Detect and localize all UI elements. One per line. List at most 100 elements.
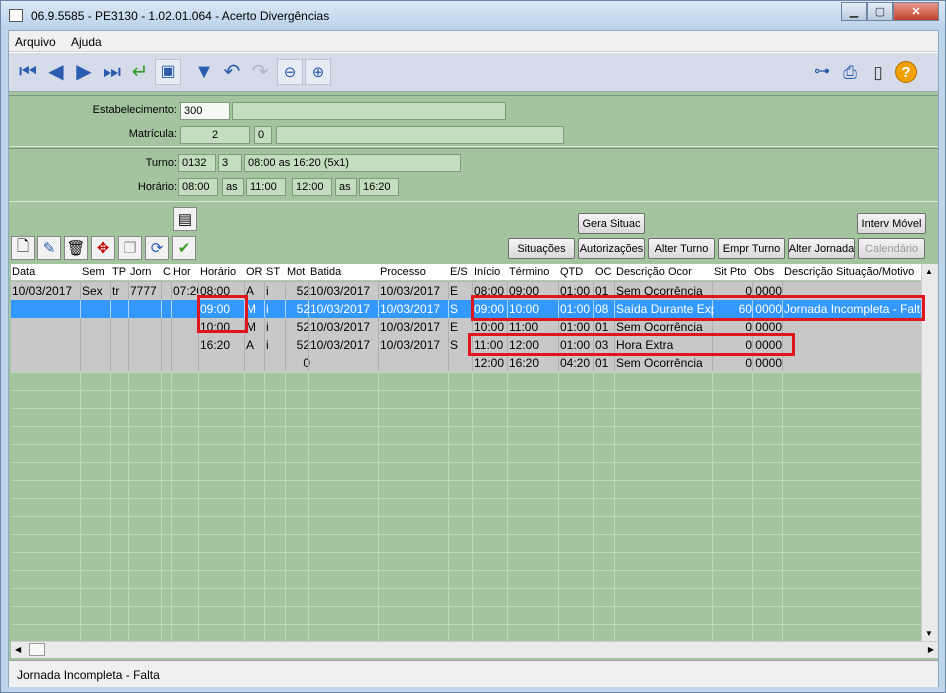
scroll-thumb[interactable] [29, 643, 45, 656]
grid-cell-hor: 07:20 [173, 284, 199, 298]
cell-separator [171, 318, 172, 336]
table-row[interactable]: 09:00 Mi 52 10/03/2017 10/03/2017 S 09:00 10:00… [11, 300, 921, 318]
grid-cell-mot: 52 [296, 320, 310, 334]
menu-arquivo[interactable]: Arquivo [15, 35, 56, 49]
cell-separator [593, 354, 594, 372]
tree-icon[interactable]: ⊶ [809, 59, 835, 85]
cell-separator [507, 300, 508, 318]
scroll-left-icon[interactable]: ◀ [15, 645, 21, 654]
check-icon[interactable]: ✔ [172, 236, 196, 260]
column-header[interactable]: OC [595, 266, 612, 278]
column-header[interactable]: Descrição Situação/Motivo [784, 266, 914, 278]
minimize-button[interactable]: ▁ [841, 2, 867, 21]
column-header[interactable]: Sit Pto [714, 266, 746, 278]
new-document-icon[interactable]: 🗋 [11, 236, 35, 260]
previous-record-icon[interactable]: ◀ [43, 59, 69, 85]
column-header[interactable]: Hor [173, 266, 191, 278]
undo-icon[interactable]: ↶ [219, 59, 245, 85]
scroll-up-icon[interactable]: ▲ [925, 267, 933, 276]
grid-cell-jorn: 7777 [130, 284, 157, 298]
column-header[interactable]: TP [112, 266, 126, 278]
grid-cell-oc: 01 [595, 284, 609, 298]
vertical-scrollbar[interactable]: ▲ ▼ [921, 264, 938, 641]
cell-separator [110, 282, 111, 300]
column-header[interactable]: Data [12, 266, 35, 278]
menu-ajuda[interactable]: Ajuda [71, 35, 102, 49]
preview-icon[interactable]: ▣ [155, 59, 181, 85]
table-row[interactable]: 10:00 Mi 52 10/03/2017 10/03/2017 E 10:00 11:00… [11, 318, 921, 336]
column-header[interactable]: Descrição Ocor [616, 266, 692, 278]
return-icon[interactable]: ↵ [127, 59, 153, 85]
interv-movel-button[interactable]: Interv Móvel [857, 213, 926, 234]
divergence-grid[interactable]: Data Sem TP Jorn C Hor Horário OR ST Mot Batida Pro… [11, 264, 921, 641]
cell-separator [308, 318, 309, 336]
close-button[interactable]: ✕ [893, 2, 939, 21]
cell-separator [472, 282, 473, 300]
grid-cell-batida: 10/03/2017 [310, 284, 371, 298]
redo-icon[interactable]: ↷ [247, 59, 273, 85]
print-icon[interactable]: ⎙ [837, 59, 863, 85]
column-header[interactable]: Sem [82, 266, 105, 278]
column-header[interactable]: E/S [450, 266, 468, 278]
move-icon[interactable]: ✥ [91, 236, 115, 260]
edit-icon[interactable]: ✎ [37, 236, 61, 260]
employee-panel: Estabelecimento: 300 Matrícula: 2 0 [9, 95, 938, 147]
table-row[interactable]: 16:20 Ai 52 10/03/2017 10/03/2017 S 11:00 12:00… [11, 336, 921, 354]
grid-line [11, 462, 921, 463]
column-header[interactable]: Jorn [130, 266, 151, 278]
grid-cell-mot: 52 [296, 284, 310, 298]
situacoes-button[interactable]: Situações [508, 238, 575, 259]
matricula-name-field [276, 126, 564, 144]
cell-separator [593, 282, 594, 300]
title-bar[interactable]: 06.9.5585 - PE3130 - 1.02.01.064 - Acert… [1, 1, 945, 30]
cell-separator [614, 318, 615, 336]
delete-icon[interactable]: 🗑 [64, 236, 88, 260]
cell-separator [378, 282, 379, 300]
cell-separator [558, 336, 559, 354]
exit-icon[interactable]: ▯ [865, 59, 891, 85]
cell-separator [171, 336, 172, 354]
alter-jornada-button[interactable]: Alter Jornada [788, 238, 855, 259]
maximize-button[interactable]: ▢ [867, 2, 893, 21]
column-header[interactable]: OR [246, 266, 263, 278]
cell-separator [285, 318, 286, 336]
alter-turno-button[interactable]: Alter Turno [648, 238, 715, 259]
column-header[interactable]: Horário [200, 266, 236, 278]
table-row[interactable]: 0 12:00 16:20 04:20 01 Sem Ocorrência 0 0000 [11, 354, 921, 372]
column-header[interactable]: QTD [560, 266, 583, 278]
column-header[interactable]: Batida [310, 266, 341, 278]
column-header[interactable]: Obs [754, 266, 774, 278]
next-record-icon[interactable]: ▶ [71, 59, 97, 85]
report-icon[interactable]: ▤ [173, 207, 197, 231]
estabelecimento-field[interactable]: 300 [180, 102, 230, 120]
last-record-icon[interactable]: ⏭ [99, 59, 125, 85]
first-record-icon[interactable]: ⏮ [15, 59, 41, 85]
matricula-field[interactable]: 2 [180, 126, 250, 144]
cell-separator [264, 336, 265, 354]
refresh-icon[interactable]: ⟳ [145, 236, 169, 260]
grid-line [752, 372, 753, 641]
copy-icon[interactable]: ❐ [118, 236, 142, 260]
horizontal-scrollbar[interactable]: ◀ ▶ [11, 641, 938, 658]
table-row[interactable]: 10/03/2017Sextr777707:2008:00Ai5210/03/2… [11, 282, 921, 300]
column-header[interactable]: Início [474, 266, 500, 278]
help-icon[interactable]: ? [893, 59, 919, 85]
filter-icon[interactable]: ▼ [191, 59, 217, 85]
column-header[interactable]: Término [509, 266, 549, 278]
autorizacoes-button[interactable]: Autorizações [578, 238, 645, 259]
zoom-out-icon[interactable]: ⊖ [277, 59, 303, 85]
zoom-in-icon[interactable]: ⊕ [305, 59, 331, 85]
gera-situac-button[interactable]: Gera Situac [578, 213, 645, 234]
grid-cell-sit_pto: 60 [738, 302, 752, 316]
scroll-down-icon[interactable]: ▼ [925, 629, 933, 638]
grid-cell-termino: 10:00 [509, 302, 540, 316]
column-header[interactable]: ST [266, 266, 280, 278]
grid-line [378, 372, 379, 641]
column-header[interactable]: Mot [287, 266, 305, 278]
empr-turno-button[interactable]: Empr Turno [718, 238, 785, 259]
cell-separator [128, 300, 129, 318]
scroll-right-icon[interactable]: ▶ [928, 645, 934, 654]
column-header[interactable]: C [163, 266, 171, 278]
cell-separator [782, 354, 783, 372]
column-header[interactable]: Processo [380, 266, 426, 278]
